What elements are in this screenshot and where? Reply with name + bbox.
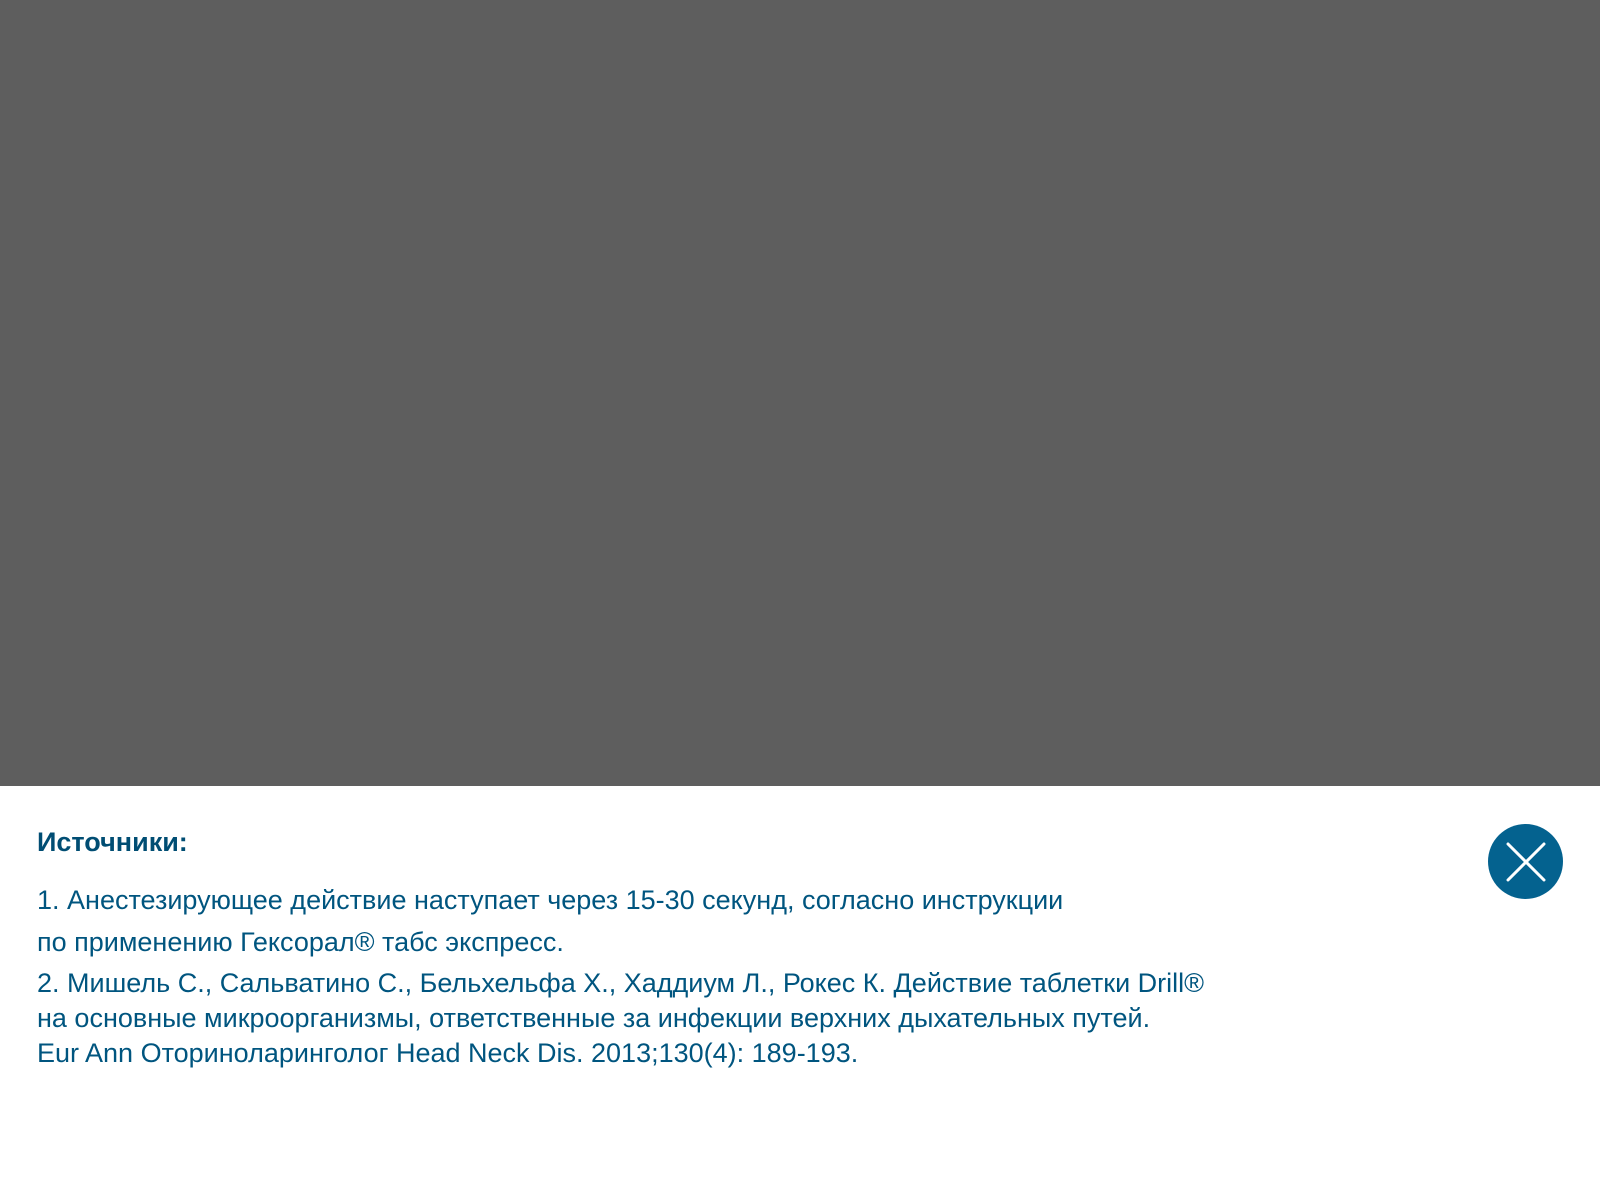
close-button[interactable] bbox=[1488, 824, 1563, 899]
reference-2-line-2: на основные микроорганизмы, ответственны… bbox=[37, 1003, 1151, 1033]
sources-title: Источники: bbox=[37, 827, 188, 857]
reference-1: 1. Анестезирующее действие наступает чер… bbox=[37, 879, 1063, 963]
reference-1-line-2: по применению Гексорал® табс экспресс. bbox=[37, 927, 564, 957]
reference-1-line-1: 1. Анестезирующее действие наступает чер… bbox=[37, 885, 1064, 915]
reference-2: 2. Мишель С., Сальватино С., Бельхельфа … bbox=[37, 966, 1204, 1071]
modal-backdrop-overlay[interactable] bbox=[0, 0, 1600, 786]
close-icon bbox=[1506, 842, 1545, 881]
reference-2-line-3: Eur Ann Оториноларинголог Head Neck Dis.… bbox=[37, 1038, 859, 1068]
reference-2-line-1: 2. Мишель С., Сальватино С., Бельхельфа … bbox=[37, 968, 1205, 998]
